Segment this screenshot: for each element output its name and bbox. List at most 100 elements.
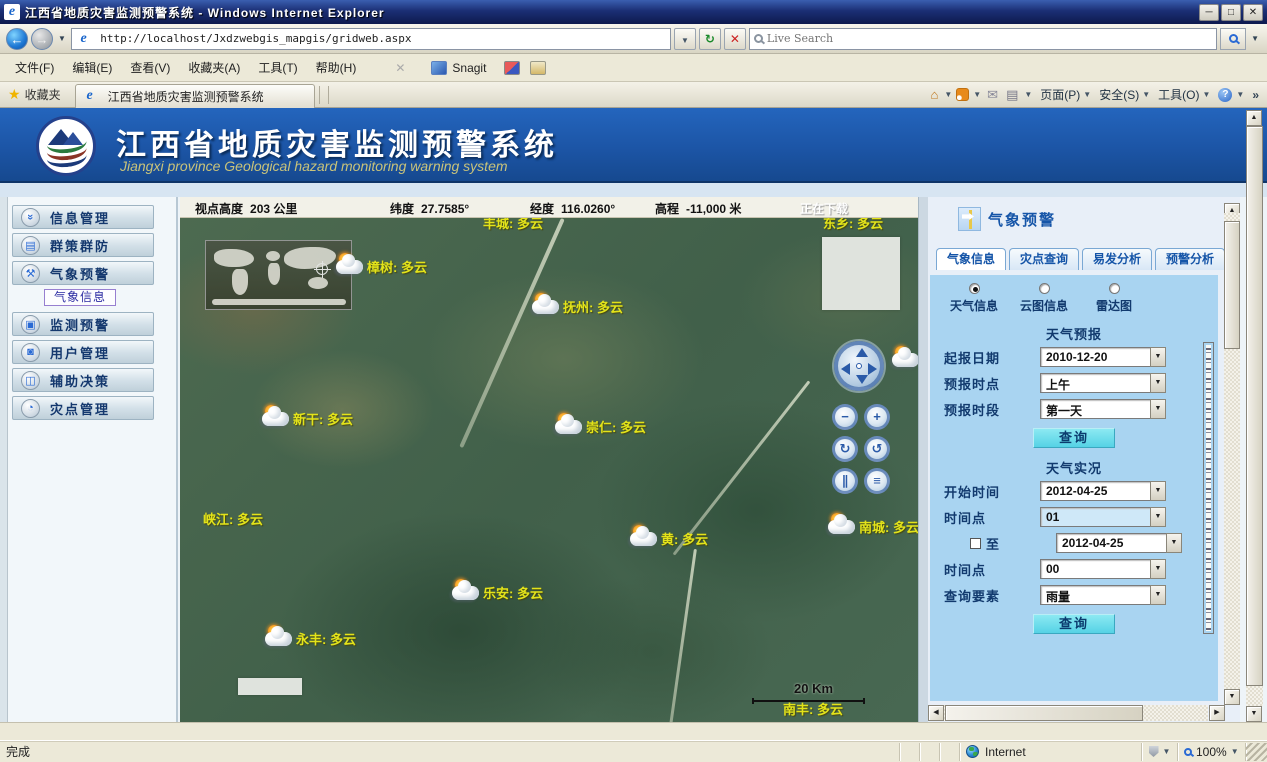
search-options-dropdown[interactable]: ▼: [1249, 34, 1261, 43]
home-icon[interactable]: ⌂: [928, 86, 940, 103]
weather-marker[interactable]: 乐安: 多云: [452, 579, 543, 603]
map-pan-compass[interactable]: [834, 341, 884, 391]
menu-item[interactable]: 查看(V): [121, 55, 179, 80]
search-go-button[interactable]: [1220, 28, 1246, 50]
map-control-button[interactable]: +: [864, 404, 890, 430]
dropdown-arrow-icon[interactable]: ▼: [1150, 559, 1166, 579]
weather-marker[interactable]: 樟树: 多云: [336, 253, 427, 277]
sidebar-item[interactable]: ⚒ 气象预警: [12, 261, 154, 285]
command-menu-item[interactable]: 页面(P)▼: [1036, 84, 1095, 105]
weather-marker[interactable]: 南城: 多云: [828, 513, 918, 537]
panel-scroll-right-icon[interactable]: ▶: [1209, 705, 1225, 721]
radio-icon[interactable]: [1039, 283, 1050, 294]
address-dropdown-button[interactable]: ▼: [674, 28, 696, 50]
map-control-button[interactable]: ↺: [864, 436, 890, 462]
panel-tab[interactable]: 灾点查询: [1009, 248, 1079, 270]
weather-marker[interactable]: 崇仁: 多云: [555, 413, 646, 437]
pan-down-icon[interactable]: [856, 375, 868, 384]
menu-item[interactable]: 收藏夹(A): [179, 55, 249, 80]
snagit-edit-icon[interactable]: [530, 61, 546, 75]
sidebar-item[interactable]: ◫ 辅助决策: [12, 368, 154, 392]
favorites-star-icon[interactable]: ★: [8, 86, 21, 103]
pan-up-icon[interactable]: [856, 348, 868, 357]
panel-tab[interactable]: 气象信息: [936, 248, 1006, 270]
dropdown-arrow-icon[interactable]: ▼: [1150, 399, 1166, 419]
menu-item[interactable]: 编辑(E): [63, 55, 121, 80]
actual-query-button[interactable]: 查询: [1033, 614, 1115, 634]
radio-option[interactable]: 云图信息: [1020, 283, 1068, 314]
dropdown-select[interactable]: 01 ▼: [1040, 507, 1166, 527]
dropdown-arrow-icon[interactable]: ▼: [1150, 585, 1166, 605]
dropdown-select[interactable]: 00 ▼: [1040, 559, 1166, 579]
sidebar-item[interactable]: » 信息管理: [12, 205, 154, 229]
map-viewport[interactable]: 视点高度203 公里 纬度27.7585° 经度116.0260° 高程-11,…: [180, 197, 918, 722]
dropdown-arrow-icon[interactable]: ▼: [1150, 347, 1166, 367]
snagit-capture-icon[interactable]: [504, 61, 520, 75]
url-field[interactable]: e: [71, 28, 671, 50]
panel-hscroll-thumb[interactable]: [945, 705, 1143, 721]
command-menu-item[interactable]: 工具(O)▼: [1154, 84, 1214, 105]
favorites-label[interactable]: 收藏夹: [25, 86, 61, 103]
sidebar-item[interactable]: ▣ 监测预警: [12, 312, 154, 336]
menu-item[interactable]: 帮助(H): [307, 55, 366, 80]
dropdown-select[interactable]: 上午 ▼: [1040, 373, 1166, 393]
menu-item[interactable]: 工具(T): [249, 55, 306, 80]
pan-left-icon[interactable]: [841, 363, 850, 375]
snagit-button[interactable]: Snagit: [423, 59, 494, 77]
window-scroll-down-icon[interactable]: ▼: [1246, 706, 1262, 722]
checkbox[interactable]: [970, 538, 981, 549]
feed-icon[interactable]: [956, 88, 969, 101]
zoom-control[interactable]: 100% ▼: [1178, 743, 1246, 761]
toolbar-close-icon[interactable]: ✕: [395, 61, 405, 75]
map-control-button[interactable]: ∥: [832, 468, 858, 494]
forecast-query-button[interactable]: 查询: [1033, 428, 1115, 448]
dropdown-select[interactable]: 2010-12-20 ▼: [1040, 347, 1166, 367]
browser-tab[interactable]: e 江西省地质灾害监测预警系统: [75, 84, 315, 108]
maximize-button[interactable]: □: [1221, 4, 1241, 21]
window-scroll-up-icon[interactable]: ▲: [1246, 110, 1262, 126]
map-control-button[interactable]: ≡: [864, 468, 890, 494]
radio-option[interactable]: 天气信息: [950, 283, 998, 314]
live-search-box[interactable]: [749, 28, 1217, 50]
panel-scroll-left-icon[interactable]: ◀: [928, 705, 944, 721]
map-control-button[interactable]: −: [832, 404, 858, 430]
resize-grip[interactable]: [1246, 743, 1267, 761]
menu-item[interactable]: 文件(F): [6, 55, 63, 80]
panel-tab[interactable]: 易发分析: [1082, 248, 1152, 270]
window-vscroll-thumb[interactable]: [1246, 126, 1263, 686]
radio-icon[interactable]: [1109, 283, 1120, 294]
sidebar-item[interactable]: ◔ 灾点管理: [12, 396, 154, 420]
close-button[interactable]: ✕: [1243, 4, 1263, 21]
minimize-button[interactable]: ─: [1199, 4, 1219, 21]
dropdown-arrow-icon[interactable]: ▼: [1150, 481, 1166, 501]
url-input[interactable]: [100, 32, 666, 45]
dropdown-arrow-icon[interactable]: ▼: [1150, 507, 1166, 527]
radio-option[interactable]: 雷达图: [1090, 283, 1138, 314]
sidebar-subitem-weather-info[interactable]: 气象信息: [44, 289, 116, 306]
radio-icon[interactable]: [969, 283, 980, 294]
weather-marker[interactable]: 黄: 多云: [630, 525, 708, 549]
dropdown-select[interactable]: 2012-04-25 ▼: [1056, 533, 1182, 553]
dropdown-select[interactable]: 第一天 ▼: [1040, 399, 1166, 419]
map-control-button[interactable]: ↻: [832, 436, 858, 462]
panel-tab[interactable]: 预警分析: [1155, 248, 1225, 270]
print-icon[interactable]: ▤: [1004, 86, 1020, 104]
help-icon[interactable]: ?: [1218, 88, 1232, 102]
panel-vscroll-thumb[interactable]: [1224, 221, 1240, 349]
stop-button[interactable]: ✕: [724, 28, 746, 50]
weather-marker[interactable]: 金溪: 多云: [892, 346, 918, 370]
dropdown-select[interactable]: 2012-04-25 ▼: [1040, 481, 1166, 501]
mail-icon[interactable]: ✉: [985, 86, 1000, 104]
weather-marker[interactable]: 永丰: 多云: [265, 625, 356, 649]
dropdown-arrow-icon[interactable]: ▼: [1166, 533, 1182, 553]
back-button[interactable]: ←: [6, 28, 28, 50]
sidebar-item[interactable]: ◙ 用户管理: [12, 340, 154, 364]
dropdown-select[interactable]: 雨量 ▼: [1040, 585, 1166, 605]
refresh-button[interactable]: ↻: [699, 28, 721, 50]
weather-marker[interactable]: 抚州: 多云: [532, 293, 623, 317]
weather-marker[interactable]: 新干: 多云: [262, 405, 353, 429]
protected-mode-indicator[interactable]: ▼: [1142, 743, 1178, 761]
search-input[interactable]: [767, 32, 1212, 45]
sidebar-item[interactable]: ▤ 群策群防: [12, 233, 154, 257]
overflow-chevron-icon[interactable]: »: [1252, 88, 1259, 102]
